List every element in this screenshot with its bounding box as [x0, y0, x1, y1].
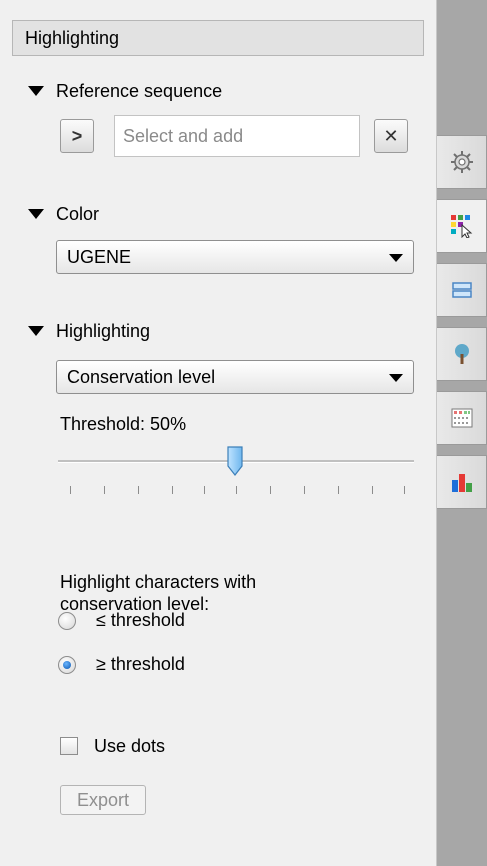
slider-tick [104, 486, 105, 494]
highlighting-section-toggle[interactable]: Highlighting [28, 318, 150, 344]
export-button[interactable]: Export [60, 785, 146, 815]
color-section-toggle[interactable]: Color [28, 201, 99, 227]
tab-sequence-layout[interactable] [437, 263, 487, 317]
slider-tick [138, 486, 139, 494]
slider-tick [236, 486, 237, 494]
highlighting-scheme-value: Conservation level [67, 367, 216, 387]
dropdown-arrow-icon [389, 254, 403, 262]
slider-tick [70, 486, 71, 494]
slider-tick [372, 486, 373, 494]
slider-tick [270, 486, 271, 494]
slider-handle[interactable] [226, 446, 244, 476]
sequence-layout-icon [451, 282, 472, 298]
tab-highlighting[interactable] [437, 199, 487, 253]
expand-triangle-icon [28, 326, 44, 336]
radio-greater-equal-label: ≥ threshold [96, 654, 185, 674]
highlighting-title: Highlighting [56, 320, 151, 341]
tab-bar-chart[interactable] [437, 455, 487, 509]
statistics-grid-icon [451, 408, 472, 428]
color-scheme-select[interactable]: UGENE [56, 240, 414, 274]
threshold-label: Threshold: 50% [60, 414, 187, 434]
highlight-description: Highlight characters with conservation l… [60, 572, 257, 614]
chevron-right-icon: > [71, 125, 83, 146]
slider-tick [404, 486, 405, 494]
use-dots-label: Use dots [94, 736, 166, 756]
slider-tick [338, 486, 339, 494]
tab-tree[interactable] [437, 327, 487, 381]
select-reference-button[interactable]: > [60, 119, 94, 153]
tab-general-settings[interactable] [437, 135, 487, 189]
radio-less-equal[interactable] [58, 612, 76, 630]
color-scheme-value: UGENE [67, 247, 132, 267]
dropdown-arrow-icon [389, 374, 403, 382]
tree-icon [454, 344, 469, 364]
clear-reference-button[interactable]: ✕ [374, 119, 408, 153]
bar-chart-icon [451, 474, 472, 492]
highlighting-icon [450, 215, 472, 238]
settings-gear-icon [450, 151, 473, 173]
color-title: Color [56, 203, 100, 224]
slider-tick [172, 486, 173, 494]
panel-header: Highlighting [12, 20, 424, 56]
highlighting-scheme-select[interactable]: Conservation level [56, 360, 414, 394]
use-dots-checkbox[interactable] [60, 737, 78, 755]
expand-triangle-icon [28, 209, 44, 219]
radio-less-equal-label: ≤ threshold [96, 610, 185, 630]
export-button-label: Export [76, 790, 130, 810]
slider-tick [204, 486, 205, 494]
expand-triangle-icon [28, 86, 44, 96]
tab-statistics[interactable] [437, 391, 487, 445]
reference-sequence-input[interactable] [114, 115, 360, 157]
close-icon: ✕ [383, 125, 399, 146]
reference-sequence-title: Reference sequence [56, 80, 223, 101]
options-panel: Highlighting Reference sequence > ✕ Colo… [0, 0, 436, 866]
radio-greater-equal[interactable] [58, 656, 76, 674]
reference-sequence-section-toggle[interactable]: Reference sequence [28, 78, 222, 104]
slider-tick [304, 486, 305, 494]
panel-header-title: Highlighting [25, 28, 120, 48]
